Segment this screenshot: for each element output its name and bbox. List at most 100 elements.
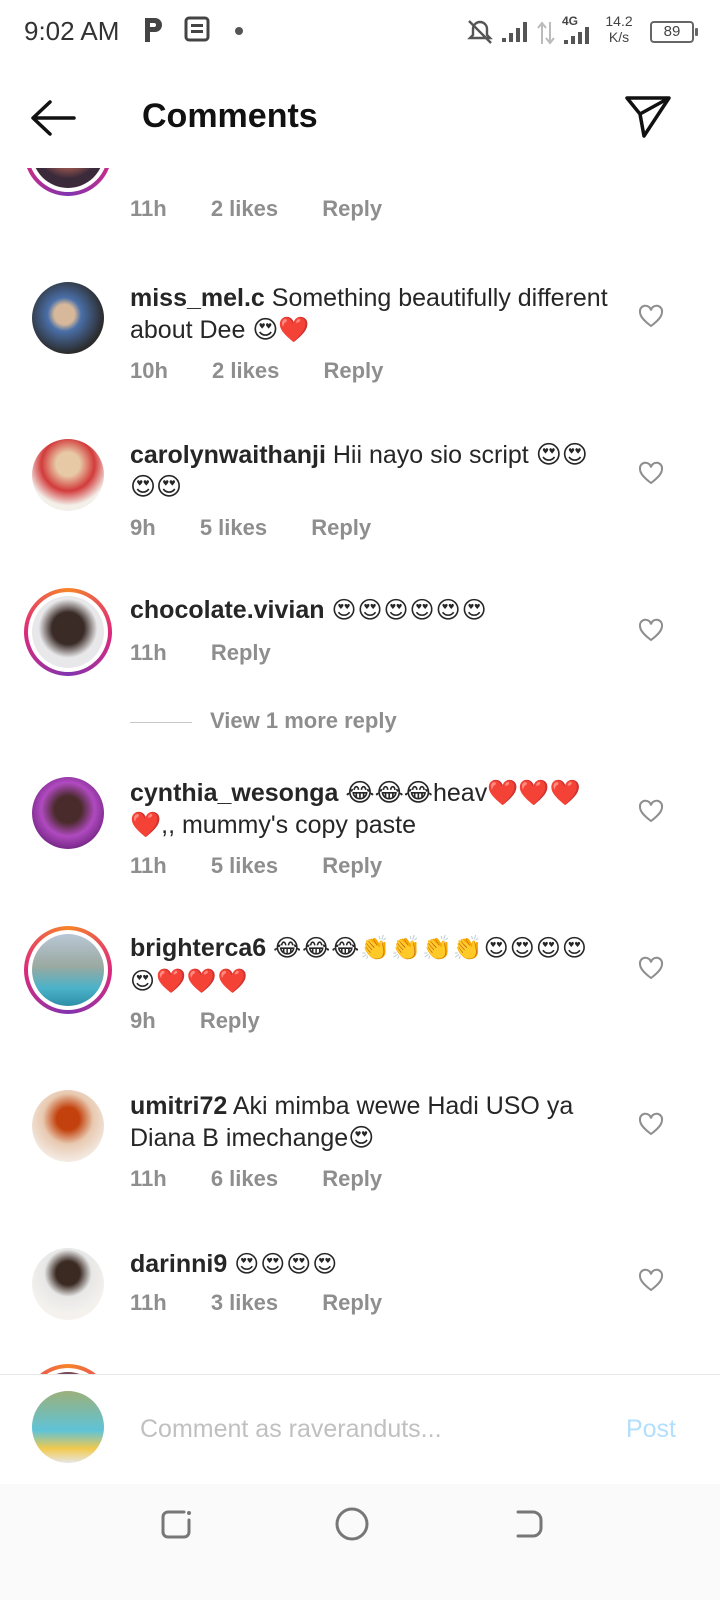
data-arrows-icon: [537, 21, 555, 45]
like-heart-icon[interactable]: [638, 304, 664, 328]
comment-username[interactable]: miss_mel.c: [130, 284, 265, 312]
avatar: [32, 934, 104, 1006]
parking-app-icon: [145, 18, 162, 42]
comment-likes[interactable]: 3 likes: [211, 1290, 278, 1315]
reply-button[interactable]: Reply: [322, 1166, 382, 1191]
post-button[interactable]: Post: [626, 1415, 676, 1444]
view-more-replies-label[interactable]: View 1 more reply: [210, 708, 397, 734]
like-heart-icon[interactable]: [638, 1112, 664, 1136]
comment-item: umitri72 Aki mimba wewe Hadi USO ya Dian…: [0, 1090, 720, 1220]
comment-time: 11h: [130, 1166, 167, 1191]
comment-time: 11h: [130, 640, 167, 665]
like-heart-icon[interactable]: [638, 799, 664, 823]
system-nav-bar: [0, 1484, 720, 1600]
comment-time: 10h: [130, 358, 168, 383]
network-speed-value: 14.2: [605, 13, 633, 29]
avatar-story-ring[interactable]: [24, 1364, 112, 1374]
like-heart-icon[interactable]: [638, 618, 664, 642]
comment-meta: 9h Reply: [130, 1008, 298, 1034]
comment-item-partial: [0, 1364, 720, 1374]
send-direct-icon[interactable]: [624, 94, 672, 140]
comment-item: darinni9 😍😍😍😍 11h 3 likes Reply: [0, 1248, 720, 1358]
comment-username[interactable]: cynthia_wesonga: [130, 779, 338, 807]
comment-meta: 10h 2 likes Reply: [130, 358, 421, 384]
comment-meta: 11h 3 likes Reply: [130, 1290, 420, 1316]
comment-meta: 11h 2 likes Reply: [130, 196, 420, 222]
avatar[interactable]: [32, 282, 104, 354]
status-bar: 9:02 AM 4G 14.2 K/s 89: [0, 0, 720, 64]
back-nav-icon[interactable]: [508, 1504, 548, 1544]
home-icon[interactable]: [332, 1504, 372, 1544]
comment-item: carolynwaithanji Hii nayo sio script 😍😍😍…: [0, 439, 720, 569]
comment-likes[interactable]: 6 likes: [211, 1166, 278, 1191]
status-time: 9:02 AM: [24, 16, 120, 46]
reply-button[interactable]: Reply: [322, 1290, 382, 1315]
comment-time: 9h: [130, 515, 156, 540]
like-heart-icon[interactable]: [638, 461, 664, 485]
reply-button[interactable]: Reply: [211, 640, 271, 665]
comment-meta: 9h 5 likes Reply: [130, 515, 409, 541]
comment-time: 11h: [130, 1290, 167, 1315]
signal-icon: [502, 22, 527, 42]
reply-button[interactable]: Reply: [322, 196, 382, 221]
comment-likes[interactable]: 2 likes: [211, 196, 278, 221]
comment-username[interactable]: brighterca6: [130, 934, 266, 962]
comment-time: 11h: [130, 196, 167, 221]
signal-4g-icon: [564, 27, 589, 44]
reply-button[interactable]: Reply: [200, 1008, 260, 1033]
comment-username[interactable]: carolynwaithanji: [130, 441, 326, 469]
page-title: Comments: [142, 97, 318, 135]
comment-text: umitri72 Aki mimba wewe Hadi USO ya Dian…: [130, 1090, 610, 1154]
like-heart-icon[interactable]: [638, 1268, 664, 1292]
comment-input[interactable]: [140, 1409, 580, 1449]
comment-body: 😍😍😍😍😍😍: [331, 597, 488, 624]
avatar[interactable]: [32, 1248, 104, 1320]
avatar: [32, 596, 104, 668]
avatar-story-ring[interactable]: [24, 588, 112, 676]
avatar[interactable]: [32, 439, 104, 511]
like-heart-icon[interactable]: [638, 956, 664, 980]
comment-item: cynthia_wesonga 😂😂😂heav❤️❤️❤️❤️,, mummy'…: [0, 777, 720, 907]
comment-time: 11h: [130, 853, 167, 878]
comment-likes[interactable]: 5 likes: [211, 853, 278, 878]
comment-username[interactable]: darinni9: [130, 1250, 227, 1278]
comment-username[interactable]: umitri72: [130, 1092, 227, 1120]
header: Comments: [0, 64, 720, 168]
comment-item: miss_mel.c Something beautifully differe…: [0, 282, 720, 412]
comment-item: brighterca6 😂😂😂👏👏👏👏😍😍😍😍😍❤️❤️❤️ 9h Reply: [0, 926, 720, 1056]
comment-likes[interactable]: 2 likes: [212, 358, 279, 383]
comment-body: 😍😍😍😍: [234, 1251, 339, 1278]
my-avatar: [32, 1391, 104, 1463]
recent-apps-icon[interactable]: [156, 1504, 196, 1544]
back-arrow-icon[interactable]: [28, 96, 78, 140]
view-more-replies[interactable]: View 1 more reply: [130, 708, 610, 736]
replies-divider: [130, 722, 192, 723]
comment-text: carolynwaithanji Hii nayo sio script 😍😍😍…: [130, 439, 610, 503]
network-speed: 14.2 K/s: [602, 13, 636, 45]
reply-button[interactable]: Reply: [323, 358, 383, 383]
avatar[interactable]: [32, 1090, 104, 1162]
comment-item: chocolate.vivian 😍😍😍😍😍😍 11h Reply: [0, 588, 720, 688]
reply-button[interactable]: Reply: [322, 853, 382, 878]
network-speed-unit: K/s: [608, 29, 630, 45]
comment-text: miss_mel.c Something beautifully differe…: [130, 282, 610, 346]
avatar: [32, 168, 104, 188]
more-notifications-dot-icon: [235, 27, 243, 35]
news-app-icon: [184, 16, 210, 42]
comment-item: ❤️❤️ 11h 2 likes Reply: [0, 168, 720, 248]
battery-indicator: 89: [650, 21, 698, 43]
comment-username[interactable]: chocolate.vivian: [130, 596, 325, 624]
comment-text: darinni9 😍😍😍😍: [130, 1248, 610, 1281]
comment-composer: Post: [0, 1374, 720, 1484]
avatar[interactable]: [32, 777, 104, 849]
comment-likes[interactable]: 5 likes: [200, 515, 267, 540]
reply-button[interactable]: Reply: [311, 515, 371, 540]
comment-meta: 11h Reply: [130, 640, 309, 666]
avatar-story-ring[interactable]: [24, 168, 112, 196]
comment-text: chocolate.vivian 😍😍😍😍😍😍: [130, 594, 610, 627]
comment-time: 9h: [130, 1008, 156, 1033]
bell-mute-icon: [467, 20, 493, 44]
comments-list[interactable]: ❤️❤️ 11h 2 likes Reply miss_mel.c Someth…: [0, 168, 720, 1374]
comment-meta: 11h 5 likes Reply: [130, 853, 420, 879]
avatar-story-ring[interactable]: [24, 926, 112, 1014]
